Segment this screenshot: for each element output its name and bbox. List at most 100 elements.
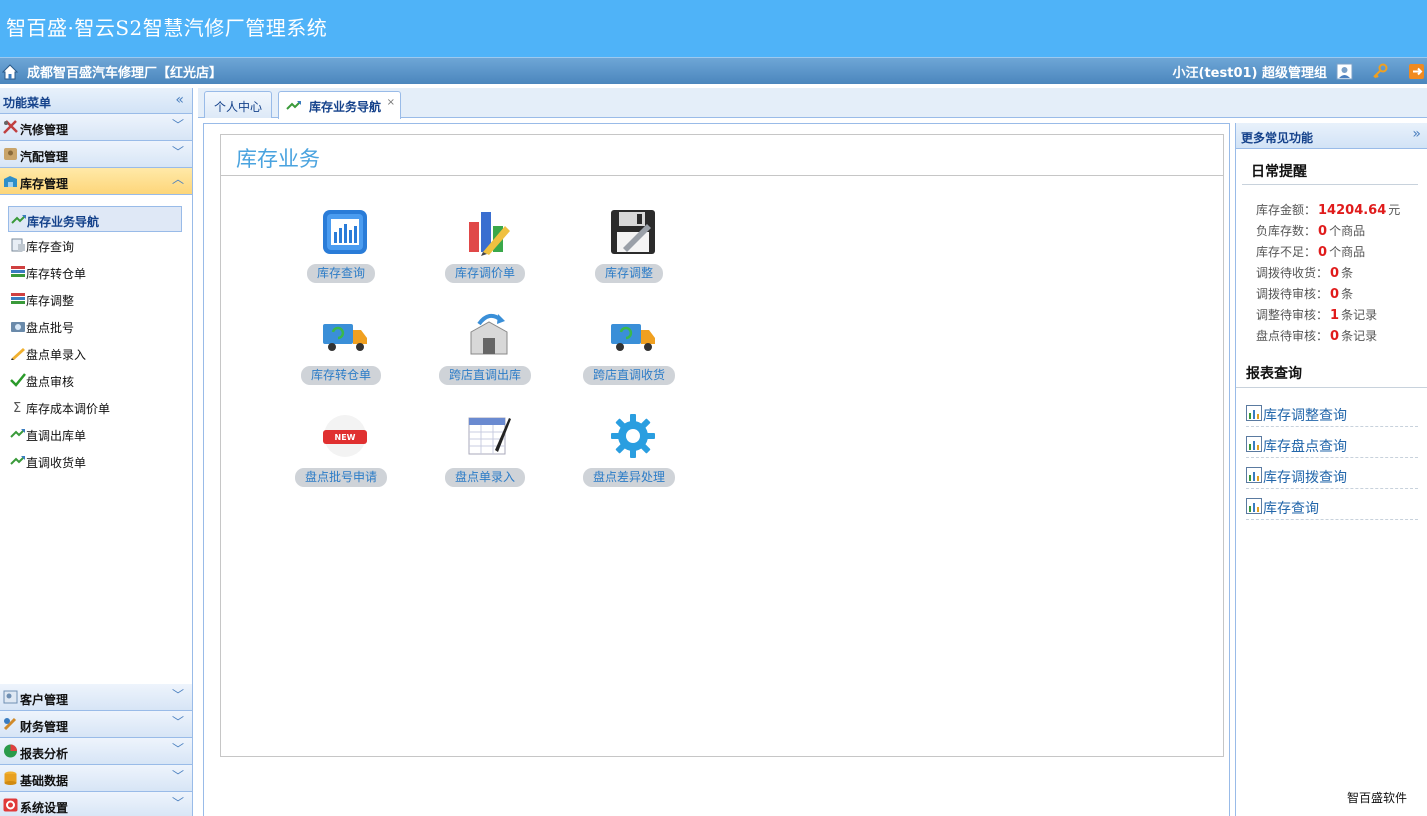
tile-label: 库存查询 [306, 264, 376, 283]
chevron-down-icon: ﹀ [171, 796, 184, 810]
svg-text:NEW: NEW [335, 433, 356, 442]
tile-stocktake-diff[interactable]: 盘点差异处理 [569, 412, 689, 502]
transfer-out-icon [470, 313, 508, 355]
menu-item-cost-adjust[interactable]: Σ 库存成本调价单 [8, 394, 182, 421]
tab-inventory-nav[interactable]: 库存业务导航 × [278, 91, 401, 119]
link-stocktake-query[interactable]: 库存盘点查询 [1246, 428, 1418, 458]
link-adjust-query[interactable]: 库存调整查询 [1246, 397, 1418, 427]
link-label: 库存盘点查询 [1263, 439, 1347, 455]
menu-item-label: 库存业务导航 [27, 215, 100, 229]
menu-group-repair[interactable]: 汽修管理 ﹀ [0, 114, 192, 141]
finance-icon [3, 717, 17, 731]
menu-group-label: 系统设置 [20, 801, 69, 815]
menu-group-basic-data[interactable]: 基础数据 ﹀ [0, 765, 192, 792]
link-transfer-query[interactable]: 库存调拨查询 [1246, 459, 1418, 489]
tile-label: 盘点单录入 [444, 468, 526, 487]
logout-icon[interactable] [1408, 63, 1425, 80]
divider [1236, 387, 1427, 388]
brand-footer: 智百盛软件 [1346, 791, 1407, 805]
tile-label: 盘点差异处理 [582, 468, 676, 487]
chevron-down-icon: ﹀ [171, 118, 184, 132]
menu-item-inventory-adjust[interactable]: 库存调整 [8, 286, 182, 313]
tile-cross-store-outbound[interactable]: 跨店直调出库 [425, 310, 545, 400]
menu-item-stocktake-review[interactable]: 盘点审核 [8, 367, 182, 394]
nav-arrows-icon [10, 456, 25, 465]
menu-group-label: 财务管理 [20, 720, 69, 734]
tile-inventory-query[interactable]: 库存查询 [281, 208, 401, 298]
link-inventory-query[interactable]: 库存查询 [1246, 490, 1418, 520]
menu-item-inventory-query[interactable]: 库存查询 [8, 232, 182, 259]
pie-chart-icon [4, 744, 17, 758]
menu-groups-bottom: 客户管理 ﹀ 财务管理 ﹀ 报表分析 ﹀ 基础数据 ﹀ 系统设置 ﹀ [0, 684, 192, 816]
main-content: 库存业务 库存查询 库存调价单 库存调整 库存转仓单 跨店直调出库 跨店直调收货… [203, 123, 1230, 816]
chevron-down-icon: ﹀ [171, 688, 184, 702]
price-edit-icon [469, 212, 510, 256]
tile-transfer-order[interactable]: 库存转仓单 [281, 310, 401, 400]
stat-inventory-amount: 库存金额： 14204.64 元 [1256, 203, 1401, 218]
tab-bar: 个人中心 库存业务导航 × [198, 88, 1427, 119]
sidebar: 功能菜单 « 汽修管理 ﹀ 汽配管理 ﹀ 库存管理 ︿ 库存业务导航 库存查询 … [0, 88, 193, 816]
report-chart-icon [1246, 467, 1262, 483]
bar-chart-icon [323, 210, 367, 254]
menu-item-label: 盘点批号 [26, 321, 75, 335]
tile-cross-store-receive[interactable]: 跨店直调收货 [569, 310, 689, 400]
menu-item-direct-outbound[interactable]: 直调出库单 [8, 421, 182, 448]
menu-group-parts[interactable]: 汽配管理 ﹀ [0, 141, 192, 168]
stat-transfer-pending-review: 调拨待审核： 0 条 [1256, 287, 1354, 302]
menu-item-stocktake-batch[interactable]: 盘点批号 [8, 313, 182, 340]
key-icon[interactable] [1372, 63, 1389, 80]
collapse-sidebar-icon[interactable]: « [175, 92, 184, 108]
tile-label: 跨店直调收货 [582, 366, 676, 385]
customer-icon [3, 690, 18, 704]
shop-bar: 成都智百盛汽车修理厂【红光店】 小汪(test01) 超级管理组 [0, 57, 1427, 84]
pencil-icon [11, 348, 25, 360]
tile-price-adjust[interactable]: 库存调价单 [425, 208, 545, 298]
tab-personal-center[interactable]: 个人中心 [204, 91, 272, 118]
menu-group-label: 汽修管理 [20, 123, 69, 137]
new-badge-icon: NEW [323, 415, 367, 457]
nav-arrows-icon [286, 101, 301, 110]
right-panel-title: 更多常见功能 [1241, 131, 1314, 145]
menu-group-reports[interactable]: 报表分析 ﹀ [0, 738, 192, 765]
list-icon [11, 266, 25, 277]
menu-item-label: 直调出库单 [26, 429, 87, 443]
report-chart-icon [1246, 498, 1262, 514]
menu-group-label: 基础数据 [20, 774, 69, 788]
menu-item-inventory-nav[interactable]: 库存业务导航 [8, 206, 182, 232]
settings-icon [3, 798, 18, 812]
floppy-edit-icon [611, 210, 655, 254]
menu-item-direct-receive[interactable]: 直调收货单 [8, 448, 182, 475]
inventory-icon [4, 176, 17, 187]
stat-adjust-pending-review: 调整待审核： 1 条记录 [1256, 308, 1378, 323]
menu-group-inventory[interactable]: 库存管理 ︿ [0, 168, 192, 195]
menu-group-finance[interactable]: 财务管理 ﹀ [0, 711, 192, 738]
document-icon [11, 238, 25, 252]
menu-group-system[interactable]: 系统设置 ﹀ [0, 792, 192, 816]
home-icon[interactable] [2, 64, 18, 80]
menu-group-label: 客户管理 [20, 693, 69, 707]
tile-label: 库存调整 [594, 264, 664, 283]
expand-panel-icon[interactable]: » [1412, 126, 1421, 142]
tile-inventory-adjust[interactable]: 库存调整 [569, 208, 689, 298]
menu-item-label: 库存成本调价单 [26, 402, 111, 416]
right-panel-header: 更多常见功能 » [1236, 123, 1427, 149]
chevron-down-icon: ﹀ [171, 145, 184, 159]
inventory-panel: 库存业务 库存查询 库存调价单 库存调整 库存转仓单 跨店直调出库 跨店直调收货… [220, 134, 1224, 757]
panel-header: 库存业务 [221, 135, 1223, 176]
parts-icon [4, 148, 17, 160]
menu-item-transfer-order[interactable]: 库存转仓单 [8, 259, 182, 286]
menu-group-label: 报表分析 [20, 747, 69, 761]
tile-stocktake-entry[interactable]: 盘点单录入 [425, 412, 545, 502]
current-user[interactable]: 小汪(test01) 超级管理组 [1173, 62, 1327, 81]
menu-group-customer[interactable]: 客户管理 ﹀ [0, 684, 192, 711]
close-tab-icon[interactable]: × [387, 97, 395, 108]
menu-item-label: 库存转仓单 [26, 267, 87, 281]
app-title: 智百盛·智云S2智慧汽修厂管理系统 [6, 16, 328, 40]
user-profile-icon[interactable] [1336, 63, 1353, 80]
menu-item-stocktake-entry[interactable]: 盘点单录入 [8, 340, 182, 367]
tile-label: 盘点批号申请 [294, 468, 388, 487]
database-icon [4, 771, 17, 785]
tile-stocktake-batch-apply[interactable]: NEW 盘点批号申请 [281, 412, 401, 502]
truck-icon [323, 324, 367, 351]
link-label: 库存调整查询 [1263, 408, 1347, 424]
